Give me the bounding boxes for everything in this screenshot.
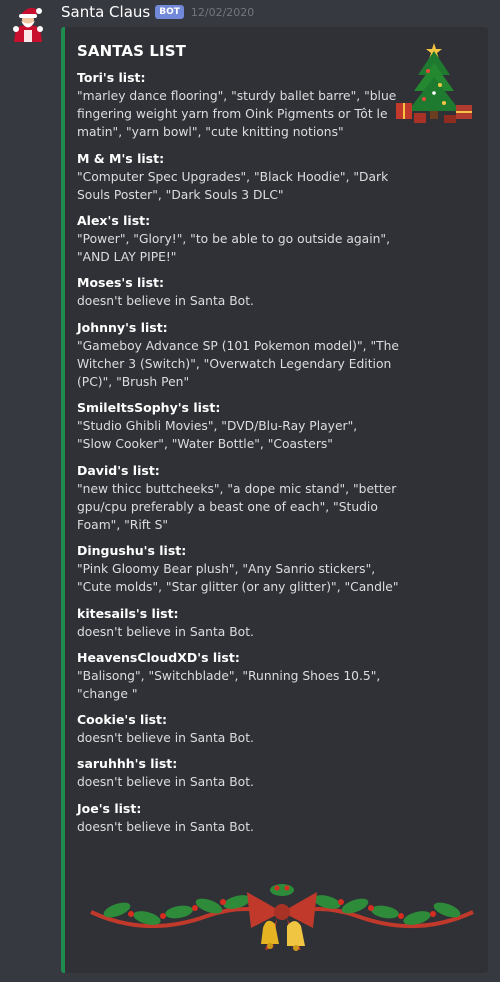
field-value: doesn't believe in Santa Bot. <box>77 731 254 746</box>
field-value: "Pink Gloomy Bear plush", "Any Sanrio st… <box>77 562 399 595</box>
field-value: doesn't believe in Santa Bot. <box>77 294 254 309</box>
field-name: David's list: <box>77 462 160 478</box>
field-name: Joe's list: <box>77 800 142 816</box>
embed-field: Moses's list: doesn't believe in Santa B… <box>77 274 477 310</box>
field-name: Alex's list: <box>77 213 151 229</box>
author-name[interactable]: Santa Claus <box>61 3 150 21</box>
field-value: doesn't believe in Santa Bot. <box>77 775 254 790</box>
embed-fields: Tori's list: "marley dance flooring", "s… <box>77 69 477 844</box>
field-name: HeavensCloudXD's list: <box>77 649 240 665</box>
field-value: "Gameboy Advance SP (101 Pokemon model)"… <box>77 338 399 390</box>
field-name: Moses's list: <box>77 275 164 291</box>
field-value: "Computer Spec Upgrades", "Black Hoodie"… <box>77 169 389 202</box>
field-name: Tori's list: <box>77 70 146 85</box>
embed-field: Cookie's list: doesn't believe in Santa … <box>77 711 477 747</box>
field-name: saruhhh's list: <box>77 756 178 772</box>
message-timestamp: 12/02/2020 <box>190 5 255 19</box>
field-value: doesn't believe in Santa Bot. <box>77 624 254 639</box>
field-name: Cookie's list: <box>77 712 168 728</box>
embed-field: kitesails's list: doesn't believe in San… <box>77 605 477 641</box>
embed-field: M & M's list: "Computer Spec Upgrades", … <box>77 150 477 204</box>
field-value: doesn't believe in Santa Bot. <box>77 819 254 834</box>
field-value: "marley dance flooring", "sturdy ballet … <box>77 89 397 140</box>
embed-field: SmileItsSophy's list: "Studio Ghibli Mov… <box>77 399 477 453</box>
holly-garland-with-bells-icon[interactable] <box>87 872 477 964</box>
embed-field: Dingushu's list: "Pink Gloomy Bear plush… <box>77 542 477 596</box>
field-value: "Power", "Glory!", "to be able to go out… <box>77 232 390 265</box>
field-name: kitesails's list: <box>77 605 179 621</box>
santa-avatar-icon[interactable] <box>8 2 48 42</box>
message-header: Santa Claus BOT 12/02/2020 <box>61 2 254 22</box>
field-name: SmileItsSophy's list: <box>77 400 221 416</box>
field-value: "new thicc buttcheeks", "a dope mic stan… <box>77 481 397 533</box>
field-value: "Studio Ghibli Movies", "DVD/Blu-Ray Pla… <box>77 419 358 452</box>
embed-field: Alex's list: "Power", "Glory!", "to be a… <box>77 212 477 266</box>
embed-field: saruhhh's list: doesn't believe in Santa… <box>77 755 477 791</box>
embed-field: David's list: "new thicc buttcheeks", "a… <box>77 462 477 535</box>
embed-field: Tori's list: "marley dance flooring", "s… <box>77 69 477 142</box>
embed-card: SANTAS LIST Tori's list: "marley dance f… <box>61 27 488 973</box>
embed-field: Joe's list: doesn't believe in Santa Bot… <box>77 800 477 836</box>
field-value: "Balisong", "Switchblade", "Running Shoe… <box>77 668 381 702</box>
field-name: M & M's list: <box>77 150 165 166</box>
field-name: Dingushu's list: <box>77 543 187 559</box>
field-name: Johnny's list: <box>77 319 168 335</box>
embed-accent-bar <box>61 27 65 973</box>
embed-field: HeavensCloudXD's list: "Balisong", "Swit… <box>77 649 477 703</box>
embed-title: SANTAS LIST <box>77 42 186 60</box>
embed-field: Johnny's list: "Gameboy Advance SP (101 … <box>77 319 477 392</box>
bot-badge: BOT <box>155 5 184 19</box>
